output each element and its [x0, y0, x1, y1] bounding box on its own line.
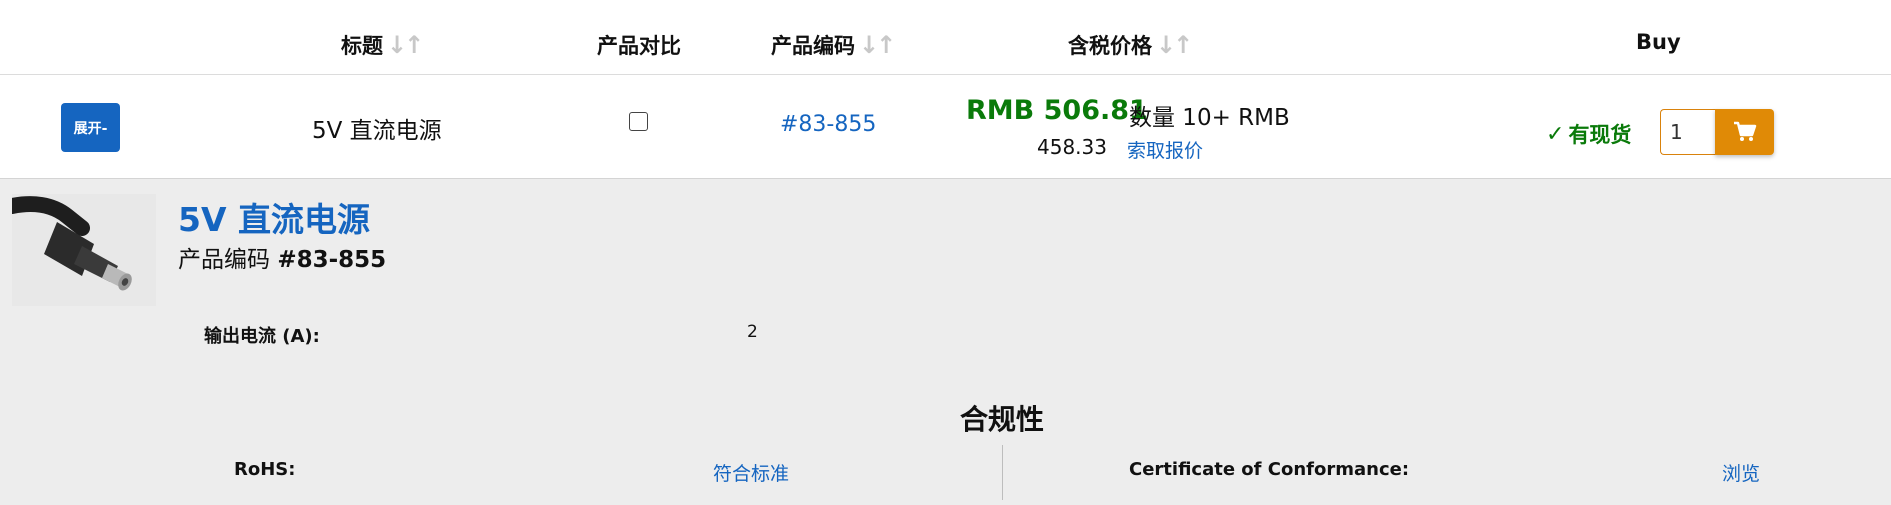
product-image — [12, 194, 156, 306]
compliance-heading: 合规性 — [960, 403, 1045, 436]
spec-label: 输出电流 (A): — [204, 326, 320, 347]
header-price-label: 含税价格 — [1068, 34, 1152, 58]
product-code-link[interactable]: #83-855 — [780, 112, 876, 137]
coc-view-link[interactable]: 浏览 — [1722, 459, 1760, 486]
rohs-label: RoHS: — [234, 459, 296, 480]
header-compare-label: 产品对比 — [597, 34, 681, 58]
stock-status-label: 有现货 — [1568, 123, 1632, 147]
header-title[interactable]: 标题 ↓↑ — [341, 30, 424, 60]
product-title[interactable]: 5V 直流电源 — [312, 111, 442, 145]
detail-code-label: 产品编码 — [178, 247, 270, 273]
expand-button[interactable]: 展开- — [61, 103, 120, 152]
header-code[interactable]: 产品编码 ↓↑ — [771, 30, 896, 60]
sort-arrows-icon[interactable]: ↓↑ — [1156, 31, 1193, 59]
header-code-label: 产品编码 — [771, 34, 855, 58]
quantity-price-label: 数量 10+ RMB — [1129, 105, 1290, 131]
rohs-value-link[interactable]: 符合标准 — [713, 459, 789, 486]
detail-title: 5V 直流电源 — [178, 200, 370, 239]
price-value: RMB 506.81 — [966, 95, 1148, 126]
add-to-cart-button[interactable] — [1715, 109, 1774, 155]
product-details-panel: 5V 直流电源 产品编码 #83-855 输出电流 (A): 2 合规性 RoH… — [0, 179, 1891, 505]
sort-arrows-icon[interactable]: ↓↑ — [859, 31, 896, 59]
header-buy: Buy — [1636, 30, 1681, 54]
table-header: 标题 ↓↑ 产品对比 产品编码 ↓↑ 含税价格 ↓↑ Buy — [0, 0, 1891, 75]
header-buy-label: Buy — [1636, 30, 1681, 54]
detail-code: 产品编码 #83-855 — [178, 240, 386, 274]
request-quote-link[interactable]: 索取报价 — [1127, 136, 1203, 163]
coc-label: Certificate of Conformance: — [1129, 459, 1410, 480]
quantity-input[interactable]: 1 — [1660, 109, 1715, 155]
header-title-label: 标题 — [341, 34, 383, 58]
header-compare: 产品对比 — [597, 30, 681, 60]
table-row: 展开- 5V 直流电源 #83-855 RMB 506.81 数量 10+ RM… — [0, 75, 1891, 179]
spec-value: 2 — [747, 322, 758, 342]
header-price[interactable]: 含税价格 ↓↑ — [1068, 30, 1193, 60]
sort-arrows-icon[interactable]: ↓↑ — [387, 31, 424, 59]
detail-code-value: #83-855 — [277, 247, 387, 273]
checkmark-icon: ✓ — [1546, 121, 1565, 147]
quantity-price-value: 458.33 — [1037, 135, 1107, 159]
column-divider — [1002, 445, 1003, 500]
cart-icon — [1733, 121, 1756, 141]
stock-status: ✓ 有现货 — [1546, 119, 1631, 149]
compare-checkbox[interactable] — [629, 112, 648, 131]
product-listing-page: 标题 ↓↑ 产品对比 产品编码 ↓↑ 含税价格 ↓↑ Buy 展开- 5V 直流… — [0, 0, 1891, 505]
